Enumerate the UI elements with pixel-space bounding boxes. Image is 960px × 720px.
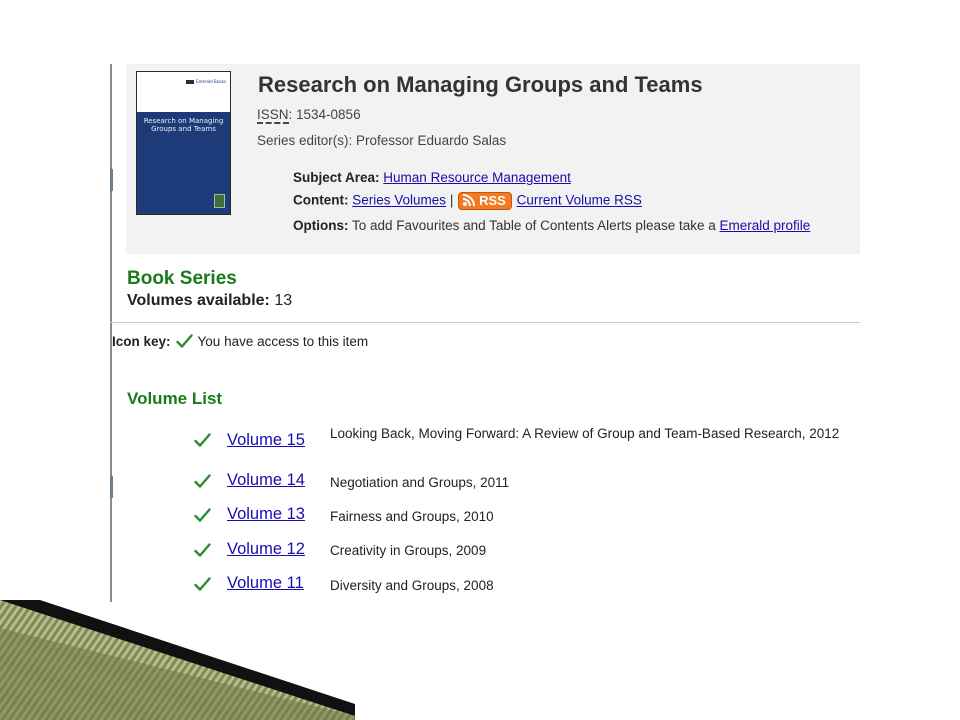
subject-area-row: Subject Area: Human Resource Management [293, 170, 571, 185]
volume-row: Volume 14 Negotiation and Groups, 2011 [110, 471, 860, 501]
volume-list-heading: Volume List [127, 389, 223, 408]
volume-row: Volume 13 Fairness and Groups, 2010 [110, 505, 860, 535]
content-row: Content: Series Volumes | RSS Current Vo… [293, 192, 642, 210]
series-header: Emerald Books Research on Managing Group… [126, 64, 860, 254]
volumes-available-count: 13 [274, 292, 293, 309]
volumes-available: Volumes available: 13 [127, 292, 292, 310]
access-check-icon [194, 508, 211, 522]
volume-row: Volume 12 Creativity in Groups, 2009 [110, 540, 860, 570]
icon-key-label: Icon key: [112, 334, 171, 349]
book-series-heading: Book Series [127, 268, 237, 289]
left-edge-mark [110, 169, 113, 191]
volume-description: Diversity and Groups, 2008 [330, 578, 494, 593]
volume-description: Negotiation and Groups, 2011 [330, 475, 510, 490]
access-check-icon [194, 543, 211, 557]
options-row: Options: To add Favourites and Table of … [293, 218, 810, 233]
volume-row: Volume 11 Diversity and Groups, 2008 [110, 574, 860, 602]
rss-button[interactable]: RSS [458, 192, 512, 210]
cover-top-band: Emerald Books [137, 72, 230, 112]
access-check-icon [194, 474, 211, 488]
slide-ribbon-decoration [0, 600, 355, 720]
volume-link[interactable]: Volume 13 [227, 505, 305, 524]
access-check-icon [175, 334, 193, 348]
volume-description: Fairness and Groups, 2010 [330, 509, 494, 524]
cover-publisher-logo: Emerald Books [186, 79, 226, 84]
volume-row: Volume 15 Looking Back, Moving Forward: … [110, 424, 860, 454]
icon-key-text: You have access to this item [197, 334, 369, 349]
subject-area-link[interactable]: Human Resource Management [383, 170, 571, 185]
screenshot-panel: Emerald Books Research on Managing Group… [110, 64, 860, 602]
rss-feed-icon [462, 194, 476, 207]
access-check-icon [194, 433, 211, 447]
volume-link[interactable]: Volume 14 [227, 471, 305, 490]
access-check-icon [194, 577, 211, 591]
book-cover-image[interactable]: Emerald Books Research on Managing Group… [136, 71, 231, 215]
icon-key: Icon key: You have access to this item [112, 334, 368, 349]
issn-line: ISSN: 1534-0856 [257, 107, 361, 124]
section-divider [110, 322, 860, 323]
volume-description: Creativity in Groups, 2009 [330, 543, 487, 558]
issn-abbr[interactable]: ISSN [257, 107, 289, 124]
issn-value: : 1534-0856 [288, 107, 361, 122]
volume-link[interactable]: Volume 12 [227, 540, 305, 559]
rss-badge-label: RSS [479, 193, 506, 208]
volume-description: Looking Back, Moving Forward: A Review o… [330, 426, 840, 441]
series-volumes-link[interactable]: Series Volumes [352, 193, 446, 208]
page-title: Research on Managing Groups and Teams [258, 72, 703, 97]
emerald-profile-link[interactable]: Emerald profile [720, 218, 811, 233]
volume-link[interactable]: Volume 11 [227, 574, 304, 593]
cover-title: Research on Managing Groups and Teams [143, 117, 224, 133]
volume-link[interactable]: Volume 15 [227, 431, 305, 450]
options-label: Options: [293, 218, 349, 233]
subject-area-label: Subject Area: [293, 170, 380, 185]
content-separator: | [449, 192, 454, 208]
volumes-available-label: Volumes available: [127, 292, 270, 309]
content-label: Content: [293, 192, 349, 208]
series-editor: Series editor(s): Professor Eduardo Sala… [257, 133, 507, 148]
cover-emblem-icon [214, 194, 225, 208]
options-text: To add Favourites and Table of Contents … [352, 218, 716, 233]
current-volume-rss-link[interactable]: Current Volume RSS [517, 193, 642, 208]
